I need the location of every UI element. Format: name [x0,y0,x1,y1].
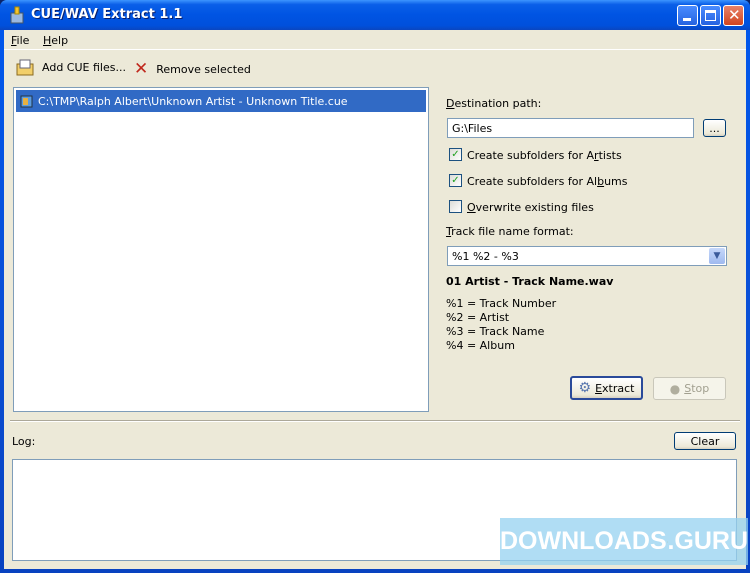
albums-label[interactable]: Create subfolders for Albums [467,175,628,188]
gear-icon: ⚙ [578,380,592,396]
artists-checkbox[interactable]: ✓ [449,148,462,161]
format-legend-3: %3 = Track Name [446,325,545,338]
format-preview: 01 Artist - Track Name.wav [446,275,614,288]
menu-bar: File Help [4,30,746,50]
maximize-button[interactable] [700,5,721,26]
list-item[interactable]: C:\TMP\Ralph Albert\Unknown Artist - Unk… [16,90,426,112]
close-icon: ✕ [728,6,741,24]
log-label: Log: [12,435,36,448]
add-cue-files-button[interactable]: Add CUE files... [16,59,126,76]
extract-button[interactable]: ⚙ Extract [570,376,643,400]
cue-file-icon [20,95,33,108]
title-bar[interactable]: CUE/WAV Extract 1.1 ✕ [0,0,750,30]
destination-path-input[interactable]: G:\Files [447,118,694,138]
format-legend-1: %1 = Track Number [446,297,557,310]
minimize-button[interactable] [677,5,698,26]
overwrite-checkbox[interactable] [449,200,462,213]
app-icon [10,6,24,24]
app-window: CUE/WAV Extract 1.1 ✕ File Help Add CUE … [0,0,750,573]
add-files-icon [16,59,34,76]
format-label: Track file name format: [446,225,574,238]
albums-checkbox[interactable]: ✓ [449,174,462,187]
divider [10,420,740,422]
client-area: File Help Add CUE files... ✕ Remove sele… [4,30,748,569]
remove-x-icon: ✕ [134,59,149,79]
artists-label[interactable]: Create subfolders for Artists [467,149,622,162]
watermark-logo: DOWNLOADS .GURU [500,518,748,565]
overwrite-label[interactable]: Overwrite existing files [467,201,594,214]
clear-button[interactable]: Clear [674,432,736,450]
destination-label: Destination path: [446,97,542,110]
close-button[interactable]: ✕ [723,5,744,26]
stop-button[interactable]: ● Stop [653,377,726,400]
browse-button[interactable]: ... [703,119,726,137]
cue-file-list[interactable]: C:\TMP\Ralph Albert\Unknown Artist - Unk… [13,87,429,412]
window-title: CUE/WAV Extract 1.1 [31,7,183,22]
format-legend-2: %2 = Artist [446,311,510,324]
lightbulb-icon: ● [669,381,681,396]
format-dropdown[interactable]: %1 %2 - %3 ▼ [447,246,727,266]
menu-help[interactable]: Help [43,34,68,47]
format-legend-4: %4 = Album [446,339,515,352]
remove-selected-button[interactable]: ✕ Remove selected [134,59,251,79]
chevron-down-icon[interactable]: ▼ [709,248,725,264]
menu-file[interactable]: File [11,34,29,47]
